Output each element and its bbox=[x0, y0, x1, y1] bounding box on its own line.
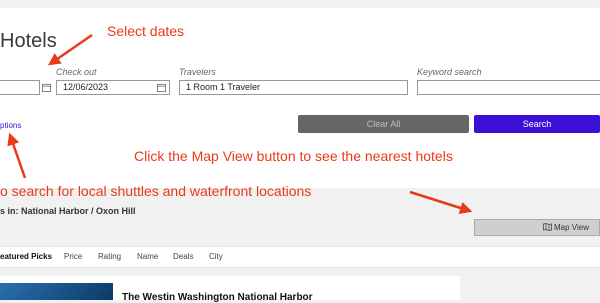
map-view-button[interactable]: Map View bbox=[474, 219, 600, 236]
hotel-name[interactable]: The Westin Washington National Harbor bbox=[122, 292, 313, 303]
location-heading: s in: National Harbor / Oxon Hill bbox=[0, 206, 136, 216]
page-title: Hotels bbox=[0, 30, 57, 52]
checkout-field[interactable]: 12/06/2023 bbox=[56, 80, 170, 95]
map-icon bbox=[542, 223, 552, 231]
arrow-to-map-view bbox=[409, 190, 473, 214]
search-button[interactable]: Search bbox=[474, 115, 600, 133]
calendar-icon[interactable] bbox=[157, 83, 166, 92]
hotel-thumbnail[interactable] bbox=[0, 283, 113, 300]
sort-tab-deals[interactable]: Deals bbox=[173, 252, 193, 261]
search-options-link[interactable]: ptions bbox=[0, 121, 21, 130]
travelers-field[interactable]: 1 Room 1 Traveler bbox=[179, 80, 408, 95]
sort-bar: eatured Picks Price Rating Name Deals Ci… bbox=[0, 246, 600, 268]
keyword-search-input[interactable] bbox=[417, 80, 600, 95]
travelers-value: 1 Room 1 Traveler bbox=[186, 82, 261, 92]
checkout-label: Check out bbox=[56, 67, 97, 77]
sort-tab-rating[interactable]: Rating bbox=[98, 252, 121, 261]
map-view-label: Map View bbox=[554, 223, 589, 232]
sort-tab-name[interactable]: Name bbox=[137, 252, 158, 261]
calendar-icon[interactable] bbox=[42, 83, 51, 92]
annotation-shuttles: o search for local shuttles and waterfro… bbox=[0, 183, 312, 199]
travelers-label: Travelers bbox=[179, 67, 216, 77]
sort-tab-price[interactable]: Price bbox=[64, 252, 82, 261]
checkin-field[interactable] bbox=[0, 80, 40, 95]
sort-tab-featured[interactable]: eatured Picks bbox=[0, 252, 52, 261]
clear-all-button[interactable]: Clear All bbox=[298, 115, 469, 133]
annotation-map-view: Click the Map View button to see the nea… bbox=[134, 148, 453, 164]
sort-tab-city[interactable]: City bbox=[209, 252, 223, 261]
annotation-select-dates: Select dates bbox=[107, 23, 185, 39]
checkout-value: 12/06/2023 bbox=[63, 82, 109, 92]
keyword-label: Keyword search bbox=[417, 67, 482, 77]
